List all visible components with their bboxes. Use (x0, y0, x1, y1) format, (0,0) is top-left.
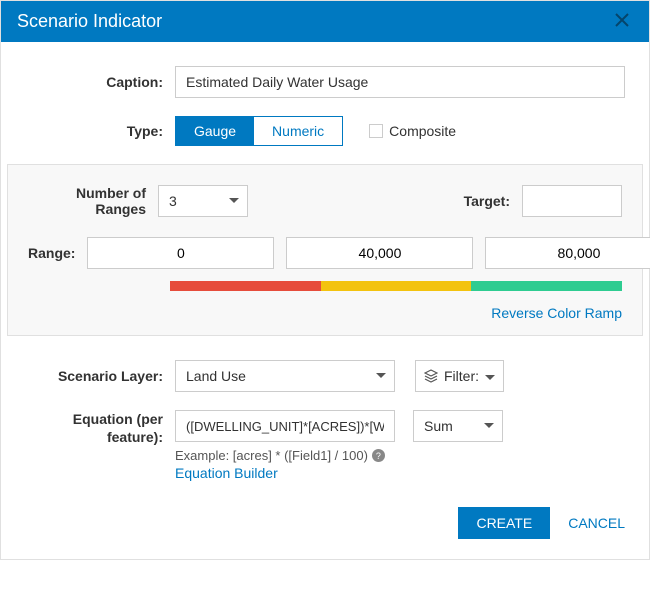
equation-builder-link[interactable]: Equation Builder (175, 465, 278, 481)
equation-example-row: Example: [acres] * ([Field1] / 100) ? (175, 448, 503, 463)
ranges-top-row: Number of Ranges 3 Target: (28, 185, 622, 217)
type-row: Type: Gauge Numeric Composite (25, 116, 625, 146)
chevron-down-icon (485, 368, 495, 384)
equation-label: Equation (per feature): (25, 410, 175, 446)
chevron-down-icon (376, 373, 386, 379)
range-inputs (87, 237, 650, 269)
composite-checkbox[interactable] (369, 124, 383, 138)
ramp-seg-1 (321, 281, 472, 291)
color-ramp (170, 281, 622, 291)
caption-input[interactable] (175, 66, 625, 98)
target-input[interactable] (522, 185, 622, 217)
close-icon[interactable] (611, 11, 633, 32)
cancel-button[interactable]: CANCEL (568, 515, 625, 531)
reverse-color-ramp-link[interactable]: Reverse Color Ramp (491, 305, 622, 321)
dialog-header: Scenario Indicator (1, 1, 649, 42)
type-numeric-button[interactable]: Numeric (254, 117, 342, 145)
aggregation-value: Sum (424, 418, 453, 434)
num-ranges-value: 3 (169, 193, 177, 209)
layers-icon (424, 369, 438, 383)
scenario-layer-value: Land Use (186, 368, 246, 384)
ranges-panel: Number of Ranges 3 Target: Range: (7, 164, 643, 336)
color-ramp-row (170, 281, 622, 291)
help-icon[interactable]: ? (372, 449, 385, 462)
type-label: Type: (25, 123, 175, 139)
ramp-seg-2 (471, 281, 622, 291)
dialog-title: Scenario Indicator (17, 11, 162, 32)
reverse-ramp-row: Reverse Color Ramp (170, 305, 622, 321)
equation-row: Equation (per feature): Sum Example: [ac… (25, 410, 625, 481)
num-ranges-label: Number of Ranges (28, 185, 158, 217)
scenario-layer-row: Scenario Layer: Land Use Filter: (25, 360, 625, 392)
filter-button[interactable]: Filter: (415, 360, 504, 392)
filter-label: Filter: (444, 368, 479, 384)
chevron-down-icon (229, 198, 239, 204)
caption-row: Caption: (25, 66, 625, 98)
type-toggle-group: Gauge Numeric (175, 116, 343, 146)
scenario-indicator-dialog: Scenario Indicator Caption: Type: Gauge … (0, 0, 650, 560)
num-ranges-select[interactable]: 3 (158, 185, 248, 217)
range-input-0[interactable] (87, 237, 274, 269)
chevron-down-icon (484, 423, 494, 429)
equation-controls: Sum Example: [acres] * ([Field1] / 100) … (175, 410, 503, 481)
equation-example-text: Example: [acres] * ([Field1] / 100) (175, 448, 368, 463)
scenario-layer-select[interactable]: Land Use (175, 360, 395, 392)
composite-checkbox-wrap: Composite (369, 123, 456, 139)
range-row: Range: (28, 237, 622, 269)
range-input-2[interactable] (485, 237, 650, 269)
scenario-layer-label: Scenario Layer: (25, 368, 175, 384)
composite-label: Composite (389, 123, 456, 139)
type-gauge-button[interactable]: Gauge (176, 117, 254, 145)
range-label: Range: (28, 245, 87, 261)
equation-input[interactable] (175, 410, 395, 442)
dialog-body: Caption: Type: Gauge Numeric Composite N… (1, 42, 649, 491)
dialog-footer: CREATE CANCEL (1, 491, 649, 559)
aggregation-select[interactable]: Sum (413, 410, 503, 442)
create-button[interactable]: CREATE (458, 507, 550, 539)
target-label: Target: (462, 193, 522, 209)
caption-label: Caption: (25, 74, 175, 90)
range-input-1[interactable] (286, 237, 473, 269)
ramp-seg-0 (170, 281, 321, 291)
